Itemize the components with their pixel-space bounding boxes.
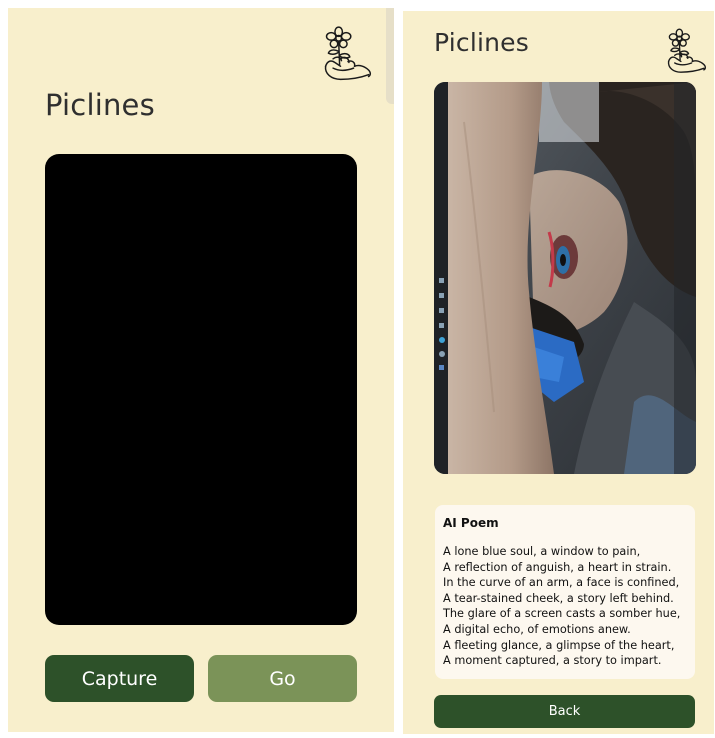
captured-photo-image	[434, 82, 696, 474]
poem-line: A digital echo, of emotions anew.	[443, 622, 631, 636]
app-title: Piclines	[45, 88, 155, 122]
poem-heading: AI Poem	[443, 516, 499, 530]
camera-preview[interactable]	[45, 154, 357, 625]
capture-screen: Piclines Capture Go	[8, 8, 394, 732]
back-button[interactable]: Back	[434, 695, 695, 728]
poem-line: The glare of a screen casts a somber hue…	[443, 607, 681, 621]
poem-line: A tear-stained cheek, a story left behin…	[443, 591, 674, 605]
app-title: Piclines	[434, 28, 529, 57]
capture-button[interactable]: Capture	[45, 655, 194, 702]
poem-line: A moment captured, a story to impart.	[443, 654, 662, 668]
poem-line: A fleeting glance, a glimpse of the hear…	[443, 638, 675, 652]
go-button[interactable]: Go	[208, 655, 357, 702]
hand-holding-flower-icon	[667, 28, 706, 73]
captured-photo	[434, 82, 696, 474]
app-screens: Piclines Capture Go Piclines AI Poem A l…	[0, 0, 715, 738]
poem-line: A lone blue soul, a window to pain,	[443, 545, 641, 558]
poem-line: A reflection of anguish, a heart in stra…	[443, 560, 672, 574]
hand-holding-flower-icon	[324, 26, 372, 81]
result-screen: Piclines AI Poem A lone blue soul, a win…	[403, 11, 714, 734]
scroll-edge	[386, 8, 394, 104]
poem-card: AI Poem A lone blue soul, a window to pa…	[435, 505, 695, 679]
poem-line: In the curve of an arm, a face is confin…	[443, 576, 680, 590]
